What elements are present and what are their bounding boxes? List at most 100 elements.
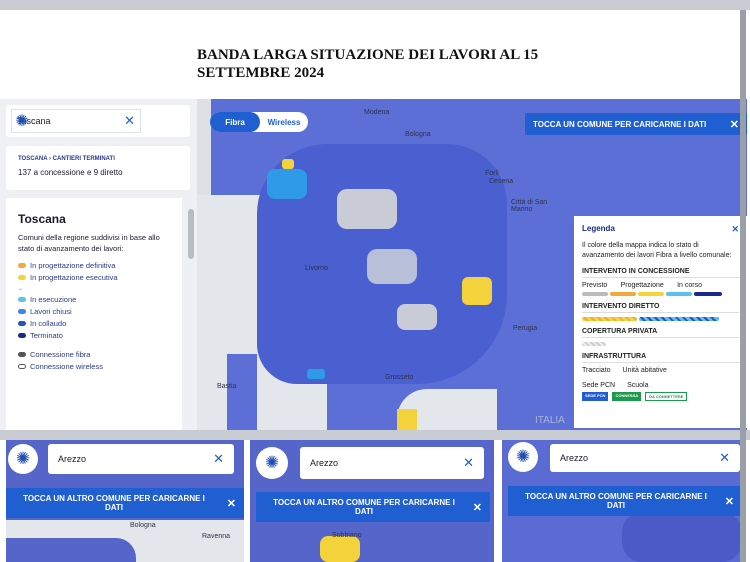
breadcrumb-card: TOSCANA › CANTIERI TERMINATI 137 a conce… (6, 146, 190, 190)
badge-connessa: CONNESSA (612, 392, 642, 401)
city-label: Forlì (485, 170, 499, 177)
legend-label: In corso (677, 282, 702, 289)
fiber-swatch-icon (18, 352, 26, 357)
city-label: Bastia (217, 383, 237, 390)
swatch-icon (18, 321, 26, 326)
legend-heading: COPERTURA PRIVATA (582, 328, 739, 338)
swatch-icon (18, 297, 26, 302)
island-elba (307, 369, 325, 379)
close-icon[interactable]: ✕ (731, 224, 739, 235)
status-list: In progettazione definitiva In progettaz… (18, 261, 170, 371)
city-label: Perugia (513, 325, 538, 332)
swatch-icon (18, 275, 26, 280)
clear-icon[interactable]: ✕ (463, 455, 474, 471)
status-label: Terminato (30, 331, 63, 340)
app-logo-icon: ✺ (508, 442, 538, 472)
search-input[interactable]: Arezzo ✕ (48, 444, 234, 474)
app-logo-icon: ✺ (256, 447, 288, 479)
chevron-down-icon[interactable]: ⌄ (18, 285, 170, 292)
swatch-icon (18, 309, 26, 314)
city-label: Ravenna (202, 533, 231, 540)
search-input[interactable]: Arezzo ✕ (300, 447, 484, 479)
region-patch (462, 277, 492, 305)
swatch-icon (18, 263, 26, 268)
heading-line-1: BANDA LARGA SITUAZIONE DEI LAVORI AL 15 (197, 47, 539, 63)
legend-label: Previsto (582, 282, 608, 289)
wireless-tab[interactable]: Wireless (260, 112, 308, 132)
swatch-icon (18, 333, 26, 338)
region-patch (267, 169, 307, 199)
panel-toast: TOCCA UN ALTRO COMUNE PER CARICARNE I DA… (6, 488, 244, 518)
toast-text: TOCCA UN COMUNE PER CARICARNE I DATI (533, 119, 707, 129)
status-item: In progettazione esecutiva (18, 273, 170, 282)
region-patch (337, 189, 397, 229)
search-value: Arezzo (58, 454, 87, 464)
summary-text: 137 a concessione e 9 diretto (18, 168, 123, 177)
region-patch (320, 536, 360, 562)
left-panel: ✺ Toscana ✕ TOSCANA › CANTIERI TERMINATI… (0, 99, 197, 430)
legend-heading: INTERVENTO IN CONCESSIONE (582, 268, 739, 278)
region-patch (367, 249, 417, 284)
city-label: Città di San Marino (511, 199, 548, 213)
city-label: Bologna (130, 522, 156, 529)
privata-swatch (582, 342, 606, 346)
connection-label: Connessione wireless (30, 362, 103, 371)
close-icon[interactable]: ✕ (725, 495, 734, 508)
region-patch (397, 409, 417, 430)
land-area (6, 538, 136, 562)
legend-heading: INFRASTRUTTURA (582, 353, 739, 363)
status-label: In progettazione esecutiva (30, 273, 118, 282)
city-label: Modena (364, 109, 390, 116)
clear-icon[interactable]: ✕ (213, 451, 224, 467)
legend-label: Tracciato (582, 367, 611, 374)
legend-label: Progettazione (620, 282, 664, 289)
layer-toggle[interactable]: Fibra Wireless (210, 112, 308, 132)
info-card: Toscana Comuni della regione suddivisi i… (6, 198, 182, 430)
status-item: Terminato (18, 331, 170, 340)
heading-line-2: SETTEMBRE 2024 (197, 65, 325, 81)
status-item: In esecuzione (18, 295, 170, 304)
diretto-bar (582, 317, 739, 321)
badge-sede: SEDE PCN (582, 392, 609, 401)
legend-label: Scuola (627, 382, 649, 389)
close-icon[interactable]: ✕ (227, 497, 236, 510)
app-logo-icon: ✺ (15, 113, 29, 130)
status-label: In esecuzione (30, 295, 77, 304)
app-logo-icon: ✺ (8, 444, 38, 474)
status-item: Lavori chiusi (18, 307, 170, 316)
connection-label: Connessione fibra (30, 350, 91, 359)
status-item: In progettazione definitiva (18, 261, 170, 270)
city-label: Livorno (305, 265, 328, 272)
page-heading: BANDA LARGA SITUAZIONE DEI LAVORI AL 15 … (197, 46, 627, 82)
legend-intro: Il colore della mappa indica lo stato di… (582, 242, 732, 259)
top-border (0, 0, 750, 10)
legend-label: Sede PCN (582, 382, 616, 389)
panel-toast: TOCCA UN ALTRO COMUNE PER CARICARNE I DA… (508, 486, 742, 516)
toast-text: TOCCA UN ALTRO COMUNE PER CARICARNE I DA… (23, 494, 205, 512)
search-value: Arezzo (560, 453, 589, 463)
map-toast: TOCCA UN COMUNE PER CARICARNE I DATI ✕ (525, 113, 747, 135)
wireless-swatch-icon (18, 364, 26, 369)
concessione-bar (582, 292, 739, 296)
clear-icon[interactable]: ✕ (124, 113, 135, 129)
fibra-tab[interactable]: Fibra (210, 112, 260, 132)
divider (0, 430, 750, 440)
status-label: In collaudo (30, 319, 67, 328)
info-description: Comuni della regione suddivisi in base a… (18, 233, 160, 253)
search-input[interactable]: Arezzo ✕ (550, 444, 740, 472)
close-icon[interactable]: ✕ (473, 501, 482, 514)
scrollbar[interactable] (740, 10, 746, 562)
close-icon[interactable]: ✕ (730, 118, 739, 131)
legend-panel: Legenda ✕ Il colore della mappa indica lo… (574, 216, 747, 428)
legend-title: Legenda (582, 224, 615, 233)
corsica-area (227, 354, 257, 430)
scrollbar[interactable] (188, 209, 194, 259)
city-label: Bologna (405, 131, 431, 138)
country-label: ITALIA (535, 415, 565, 426)
region-patch (282, 159, 294, 169)
badge-da-connettere: DA CONNETTERE (645, 392, 688, 401)
search-box: ✺ Toscana ✕ (6, 105, 190, 137)
breadcrumb[interactable]: TOSCANA › CANTIERI TERMINATI (18, 156, 178, 162)
clear-icon[interactable]: ✕ (719, 450, 730, 466)
region-patch (397, 304, 437, 330)
